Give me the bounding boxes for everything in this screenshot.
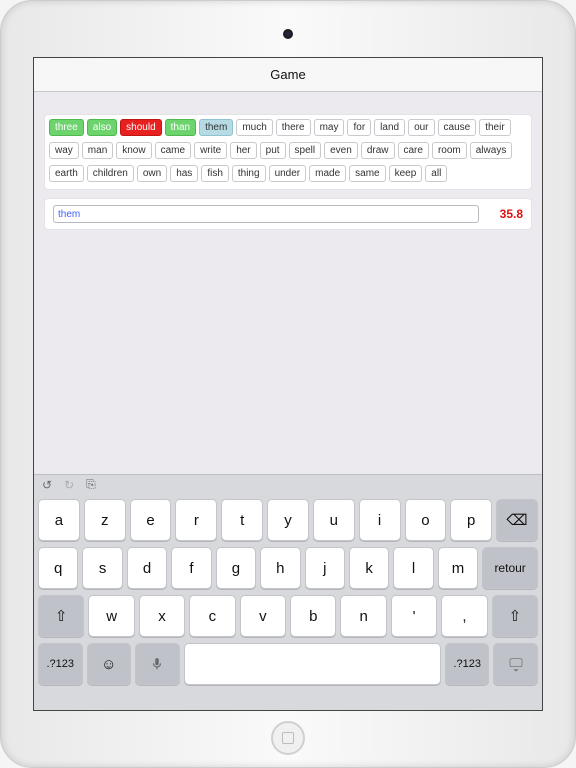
key-,[interactable]: , [441, 595, 487, 637]
word-panel: threealsoshouldthanthemmuchtheremayforla… [44, 114, 532, 190]
key-q[interactable]: q [38, 547, 78, 589]
word-chip: for [347, 119, 371, 136]
word-chip: much [236, 119, 272, 136]
keyboard: azertyuiop⌫ qsdfghjklmretour ⇧wxcvbn',⇧ … [34, 494, 542, 710]
key-x[interactable]: x [139, 595, 185, 637]
word-chip: her [230, 142, 256, 159]
redo-icon[interactable]: ↻ [64, 478, 74, 492]
key-n[interactable]: n [340, 595, 386, 637]
key-v[interactable]: v [240, 595, 286, 637]
backspace-key[interactable]: ⌫ [496, 499, 538, 541]
key-o[interactable]: o [405, 499, 447, 541]
key-t[interactable]: t [221, 499, 263, 541]
key-'[interactable]: ' [391, 595, 437, 637]
word-chip: thing [232, 165, 266, 182]
mic-key[interactable] [135, 643, 180, 685]
word-chip: even [324, 142, 358, 159]
word-chip: three [49, 119, 84, 136]
word-chip: cause [438, 119, 477, 136]
key-d[interactable]: d [127, 547, 167, 589]
numkey-right[interactable]: .?123 [445, 643, 490, 685]
key-w[interactable]: w [88, 595, 134, 637]
emoji-key[interactable]: ☺ [87, 643, 132, 685]
content-area: threealsoshouldthanthemmuchtheremayforla… [34, 92, 542, 474]
undo-icon[interactable]: ↺ [42, 478, 52, 492]
typing-input[interactable] [53, 205, 479, 223]
ipad-frame: Game threealsoshouldthanthemmuchtheremay… [0, 0, 576, 768]
word-chip: should [120, 119, 161, 136]
keyboard-toolbar: ↺ ↻ ⎘ [34, 474, 542, 494]
key-p[interactable]: p [450, 499, 492, 541]
key-b[interactable]: b [290, 595, 336, 637]
word-chip: own [137, 165, 167, 182]
word-chip: same [349, 165, 385, 182]
word-chip: put [260, 142, 286, 159]
key-m[interactable]: m [438, 547, 478, 589]
key-g[interactable]: g [216, 547, 256, 589]
input-panel: 35.8 [44, 198, 532, 230]
key-j[interactable]: j [305, 547, 345, 589]
word-chip: know [116, 142, 151, 159]
word-chip: way [49, 142, 79, 159]
shift-key-right[interactable]: ⇧ [492, 595, 538, 637]
word-chip: write [194, 142, 227, 159]
word-chip: may [314, 119, 345, 136]
word-chip: fish [201, 165, 229, 182]
score-display: 35.8 [487, 207, 523, 221]
clipboard-icon[interactable]: ⎘ [86, 477, 96, 492]
key-f[interactable]: f [171, 547, 211, 589]
key-l[interactable]: l [393, 547, 433, 589]
screen: Game threealsoshouldthanthemmuchtheremay… [33, 57, 543, 711]
word-chip: man [82, 142, 113, 159]
home-button[interactable] [271, 721, 305, 755]
word-chip: there [276, 119, 311, 136]
key-k[interactable]: k [349, 547, 389, 589]
word-chip: keep [389, 165, 423, 182]
word-chip: them [199, 119, 233, 136]
numkey-left[interactable]: .?123 [38, 643, 83, 685]
word-chip: always [470, 142, 513, 159]
word-chip: all [425, 165, 447, 182]
word-chip: earth [49, 165, 84, 182]
nav-bar: Game [34, 58, 542, 92]
word-chip: under [269, 165, 307, 182]
key-s[interactable]: s [82, 547, 122, 589]
key-i[interactable]: i [359, 499, 401, 541]
word-row: threealsoshouldthanthemmuchtheremayforla… [49, 119, 527, 185]
key-r[interactable]: r [175, 499, 217, 541]
word-chip: made [309, 165, 346, 182]
word-chip: has [170, 165, 198, 182]
page-title: Game [270, 67, 305, 82]
key-a[interactable]: a [38, 499, 80, 541]
key-h[interactable]: h [260, 547, 300, 589]
shift-key-left[interactable]: ⇧ [38, 595, 84, 637]
space-key[interactable] [184, 643, 441, 685]
key-z[interactable]: z [84, 499, 126, 541]
word-chip: our [408, 119, 434, 136]
word-chip: draw [361, 142, 395, 159]
word-chip: their [479, 119, 510, 136]
word-chip: care [398, 142, 429, 159]
device-camera [283, 29, 293, 39]
word-chip: came [155, 142, 191, 159]
word-chip: children [87, 165, 134, 182]
keyboard-dismiss-key[interactable] [493, 643, 538, 685]
key-e[interactable]: e [130, 499, 172, 541]
word-chip: also [87, 119, 117, 136]
word-chip: room [432, 142, 467, 159]
key-u[interactable]: u [313, 499, 355, 541]
word-chip: than [165, 119, 196, 136]
word-chip: spell [289, 142, 322, 159]
word-chip: land [374, 119, 405, 136]
key-c[interactable]: c [189, 595, 235, 637]
key-y[interactable]: y [267, 499, 309, 541]
return-key[interactable]: retour [482, 547, 538, 589]
